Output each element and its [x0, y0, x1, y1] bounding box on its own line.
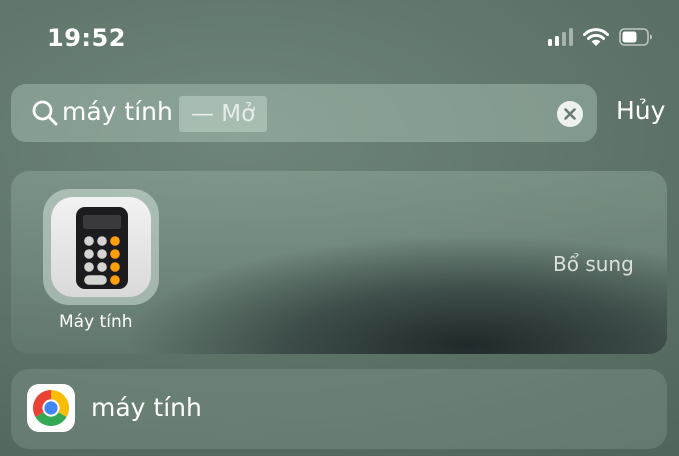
- cellular-signal-icon: [548, 28, 573, 46]
- status-icons: [548, 27, 653, 47]
- more-link[interactable]: Bổ sung: [553, 252, 634, 276]
- list-item[interactable]: máy tính: [11, 369, 667, 449]
- search-input[interactable]: máy tính: [62, 97, 173, 126]
- cancel-button[interactable]: Hủy: [616, 96, 665, 125]
- chrome-icon: [27, 384, 75, 432]
- calculator-app-icon: [51, 197, 151, 297]
- battery-icon: [619, 28, 653, 46]
- search-icon: [31, 99, 59, 131]
- app-label: Máy tính: [59, 312, 133, 332]
- calculator-app-tile[interactable]: [43, 189, 159, 305]
- wifi-icon: [583, 27, 609, 47]
- status-bar: 19:52: [0, 0, 679, 78]
- status-time: 19:52: [47, 24, 126, 52]
- search-completion-suggestion[interactable]: — Mở: [179, 96, 268, 132]
- clear-icon[interactable]: [557, 101, 583, 127]
- search-bar[interactable]: máy tính — Mở: [11, 84, 597, 142]
- result-label: máy tính: [91, 393, 202, 422]
- top-hit-card: Máy tính Bổ sung: [11, 171, 667, 354]
